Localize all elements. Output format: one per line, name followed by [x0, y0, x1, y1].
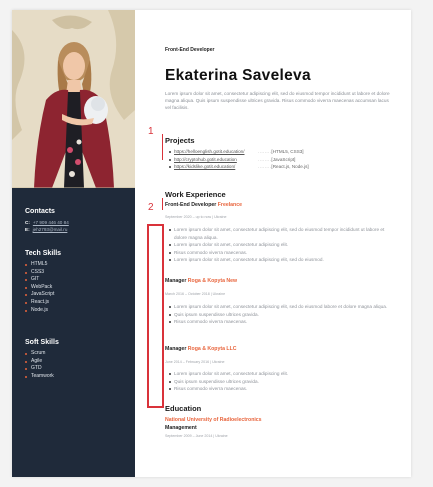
job-company: Roga & Kopyta LLC [187, 346, 237, 352]
email-label: E: [25, 227, 30, 232]
experience-title: Work Experience [165, 190, 226, 199]
project-tech: [React.js, Node.js] [271, 164, 309, 170]
list-item: React.js [25, 299, 61, 307]
annotation-number-1: 1 [148, 126, 154, 137]
job-position: Manager [165, 346, 187, 352]
annotation-line-1 [162, 134, 163, 160]
job-dates: March 2016 – October 2018 | Ukraine [165, 292, 226, 296]
list-item: Quis ipsum suspendisse ultrices gravida. [169, 311, 396, 319]
contacts-section: Contacts C: +7 909 446 40 84 E: jeh2793@ma… [25, 208, 69, 233]
list-item: Lorem ipsum dolor sit amet, consectetur … [169, 241, 396, 249]
list-item: https://kidslike.gotit.education/.......… [169, 163, 309, 171]
list-item: Agile [25, 358, 59, 366]
resume-page: Contacts C: +7 909 446 40 84 E: jeh2793@ma… [12, 10, 411, 477]
list-item: Lorem ipsum dolor sit amet, consectetur … [169, 256, 396, 264]
annotation-highlight-box [147, 224, 164, 408]
job-title: Manager Roga & Kopyta New [165, 278, 237, 284]
job-dates: September 2020 – up to now | Ukraine [165, 215, 227, 219]
list-item: Risus commodo viverra maecenas. [169, 318, 396, 326]
list-item: Risus commodo viverra maecenas. [169, 385, 396, 393]
education-dates: September 2009 – June 2014 | Ukraine [165, 434, 228, 438]
school-name: National University of Radioelectronics [165, 417, 262, 423]
job-bullets: Lorem ipsum dolor sit amet, consectetur … [169, 303, 396, 326]
annotation-number-2: 2 [148, 202, 154, 213]
leader-dots: ........ [258, 164, 272, 170]
list-item: Teamwork [25, 373, 59, 381]
soft-skills-list: Scrum Agile GTD Teamwork [25, 350, 59, 380]
soft-skills-title: Soft Skills [25, 339, 59, 346]
projects-list: https://helloenglish.gotit.education/...… [169, 148, 309, 171]
education-title: Education [165, 404, 202, 413]
job-bullets: Lorem ipsum dolor sit amet, consectetur … [169, 370, 396, 393]
job-role: Front-End Developer [165, 47, 215, 53]
job-title: Front-End Developer Freelance [165, 202, 242, 208]
list-item: http://cryptohub.gotit.education........… [169, 156, 309, 164]
profile-photo [12, 10, 135, 188]
phone-line: C: +7 909 446 40 84 [25, 219, 69, 226]
email-link[interactable]: jeh2793@mail.ru [33, 227, 68, 232]
sidebar: Contacts C: +7 909 446 40 84 E: jeh2793@ma… [12, 10, 135, 477]
main-content: Front-End Developer Ekaterina Saveleva L… [165, 10, 405, 477]
project-link[interactable]: https://helloenglish.gotit.education/ [174, 148, 258, 156]
list-item: WebPack [25, 284, 61, 292]
job-position: Manager [165, 278, 187, 284]
list-item: CSS3 [25, 269, 61, 277]
job-company: Roga & Kopyta New [187, 278, 238, 284]
job-title: Manager Roga & Kopyta LLC [165, 346, 237, 352]
tech-skills-section: Tech Skills HTML5 CSS3 GIT WebPack JavaS… [25, 250, 61, 314]
job-position: Front-End Developer [165, 202, 217, 208]
list-item: Node.js [25, 307, 61, 315]
annotation-line-2 [162, 198, 163, 210]
list-item: JavaScript [25, 291, 61, 299]
project-link[interactable]: https://kidslike.gotit.education/ [174, 163, 258, 171]
email-line: E: jeh2793@mail.ru [25, 226, 69, 233]
list-item: GTD [25, 365, 59, 373]
soft-skills-section: Soft Skills Scrum Agile GTD Teamwork [25, 339, 59, 380]
degree: Management [165, 425, 197, 431]
project-tech: [HTML5, CSS3] [271, 149, 304, 154]
intro-text: Lorem ipsum dolor sit amet, consectetur … [165, 91, 390, 110]
list-item: Quis ipsum suspendisse ultrices gravida. [169, 378, 396, 386]
job-company: Freelance [217, 202, 242, 208]
tech-skills-list: HTML5 CSS3 GIT WebPack JavaScript React.… [25, 261, 61, 314]
list-item: https://helloenglish.gotit.education/...… [169, 148, 309, 156]
list-item: HTML5 [25, 261, 61, 269]
leader-dots: ........ [258, 156, 272, 162]
projects-title: Projects [165, 136, 195, 145]
job-dates: June 2014 – February 2016 | Ukraine [165, 360, 225, 364]
list-item: GIT [25, 276, 61, 284]
leader-dots: ........ [258, 149, 272, 154]
project-tech: [JavaScript] [271, 156, 296, 162]
list-item: Risus commodo viverra maecenas. [169, 249, 396, 257]
job-bullets: Lorem ipsum dolor sit amet, consectetur … [169, 226, 396, 264]
project-link[interactable]: http://cryptohub.gotit.education [174, 156, 258, 164]
tech-skills-title: Tech Skills [25, 250, 62, 257]
list-item: Scrum [25, 350, 59, 358]
phone-link[interactable]: +7 909 446 40 84 [33, 220, 69, 225]
contacts-title: Contacts [25, 208, 55, 215]
profile-photo-illustration [12, 10, 135, 188]
list-item: Lorem ipsum dolor sit amet, consectetur … [169, 370, 396, 378]
list-item: Lorem ipsum dolor sit amet, consectetur … [169, 303, 396, 311]
page-title: Ekaterina Saveleva [165, 67, 311, 84]
list-item: Lorem ipsum dolor sit amet, consectetur … [169, 226, 396, 241]
phone-label: C: [25, 220, 30, 225]
